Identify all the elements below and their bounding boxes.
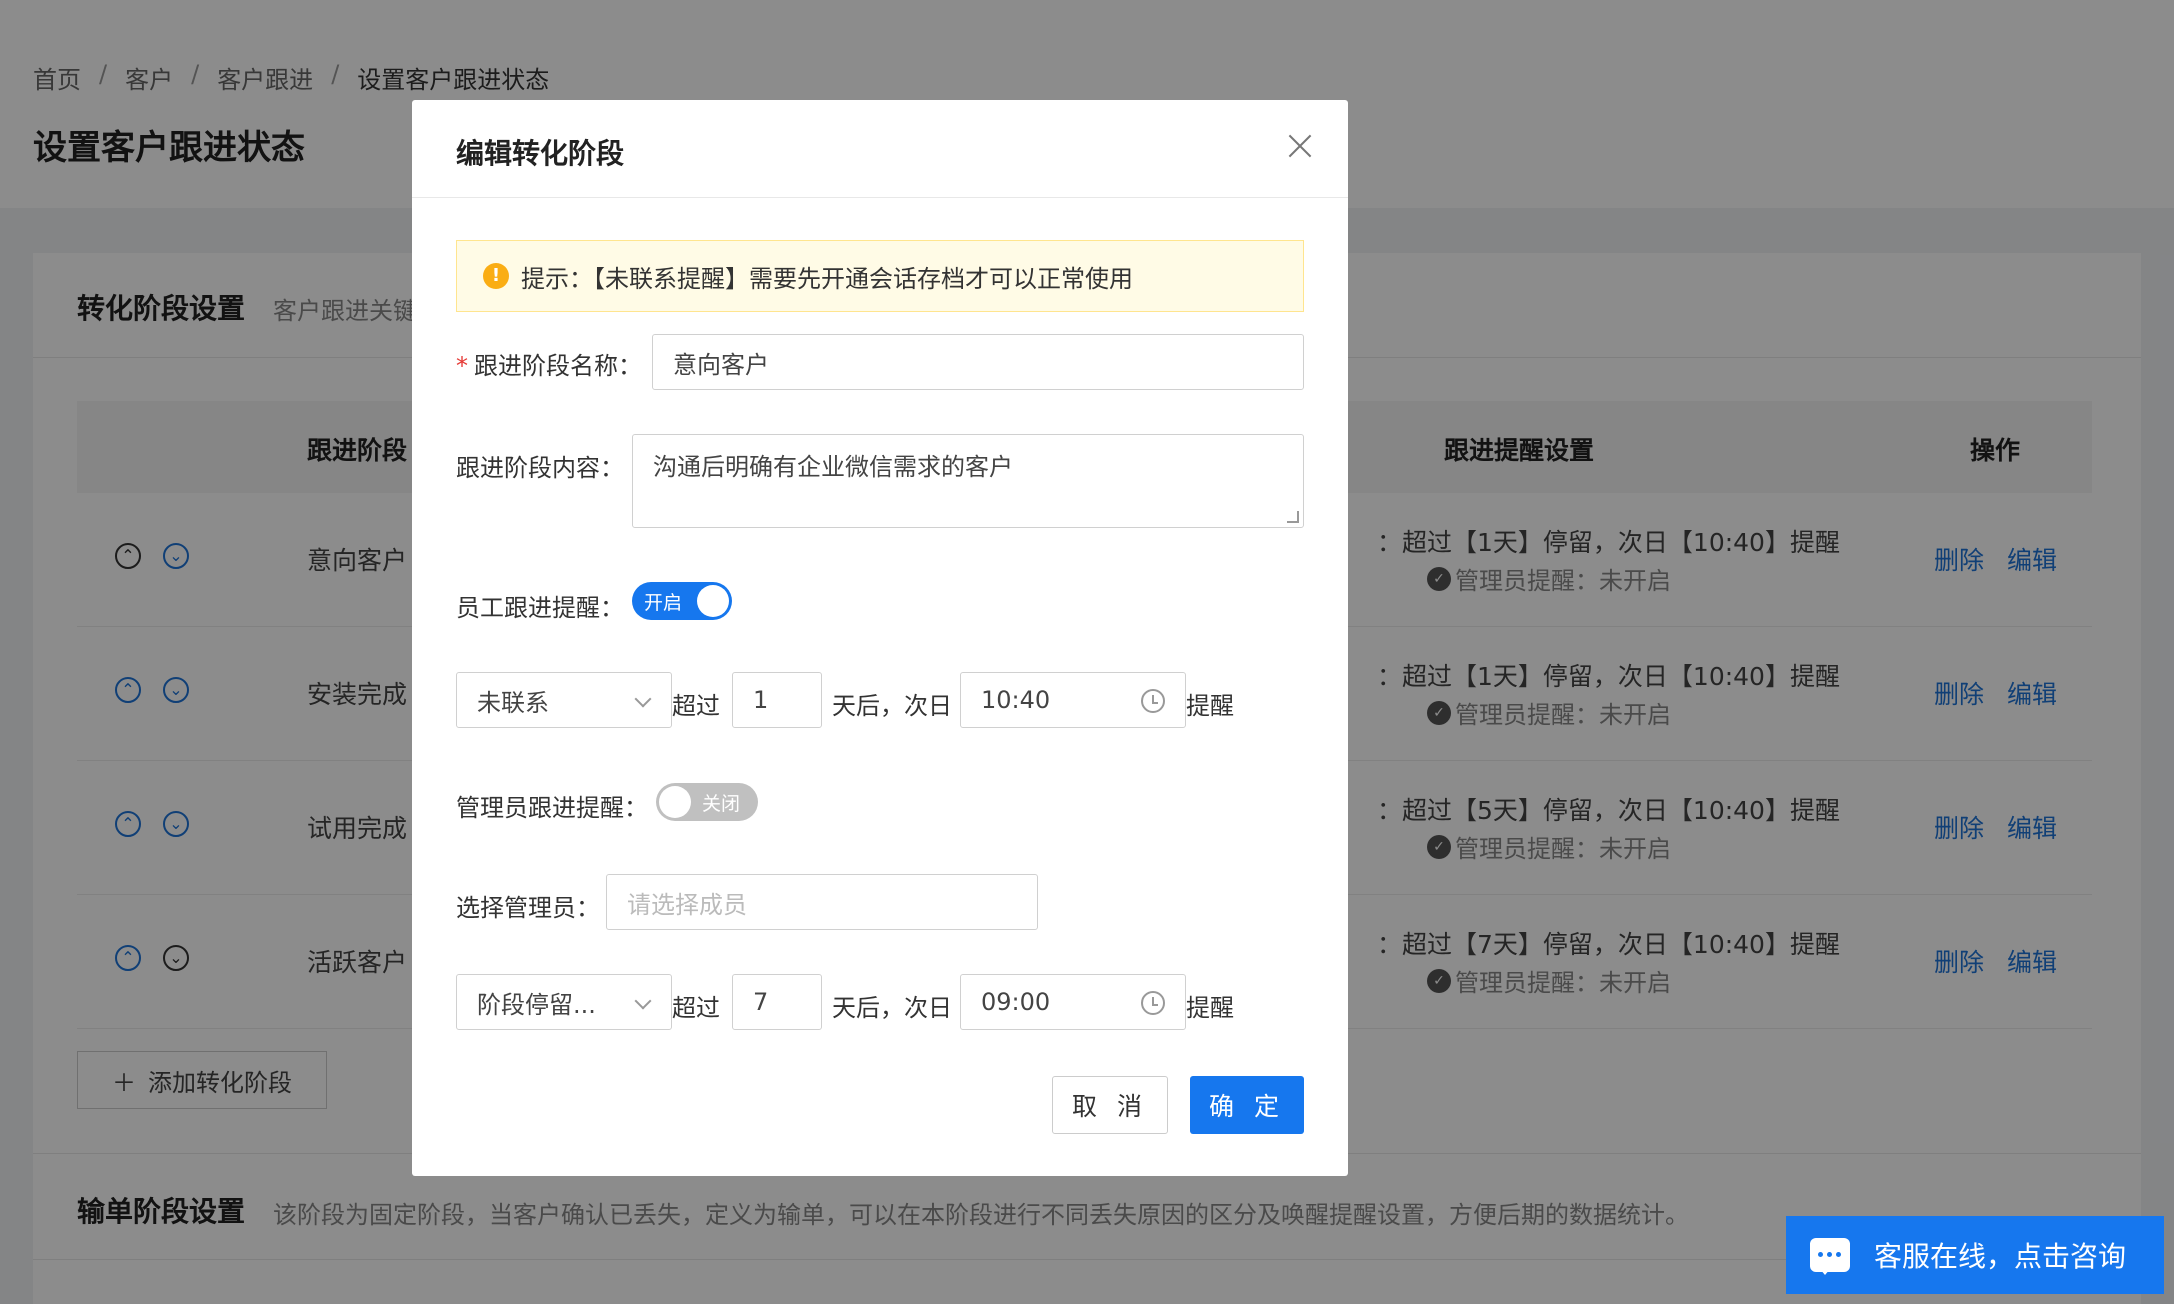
after-text: 天后，次日 (832, 994, 952, 1022)
choose-admin-input[interactable]: 请选择成员 (606, 874, 1038, 930)
stage-content-label: 跟进阶段内容： (456, 454, 624, 482)
confirm-button[interactable]: 确 定 (1190, 1076, 1304, 1134)
tip-alert: ! 提示：【未联系提醒】需要先开通会话存档才可以正常使用 (456, 240, 1304, 312)
stage-name-label: * 跟进阶段名称： (456, 346, 642, 381)
time-picker[interactable]: 09:00 (960, 974, 1186, 1030)
days-value: 7 (753, 988, 769, 1016)
chat-label: 客服在线，点击咨询 (1874, 1240, 2127, 1273)
chat-bubble-icon (1810, 1238, 1850, 1275)
resize-handle-icon[interactable] (1287, 511, 1299, 523)
days-input[interactable]: 7 (732, 974, 822, 1030)
days-value: 1 (753, 686, 769, 714)
time-value: 09:00 (981, 988, 1051, 1016)
required-mark: * (456, 352, 468, 380)
over-text: 超过 (672, 692, 720, 720)
staff-remind-label: 员工跟进提醒： (456, 594, 624, 622)
warning-icon: ! (483, 263, 509, 289)
stage-content-textarea[interactable]: 沟通后明确有企业微信需求的客户 (632, 434, 1304, 528)
edit-stage-modal: 编辑转化阶段 ! 提示：【未联系提醒】需要先开通会话存档才可以正常使用 * 跟进阶… (412, 100, 1348, 1176)
stage-stay-select[interactable]: 阶段停留... (456, 974, 672, 1030)
clock-icon (1141, 689, 1165, 713)
stage-stay-value: 阶段停留... (477, 990, 596, 1019)
stage-name-label-text: 跟进阶段名称： (474, 352, 642, 380)
close-icon[interactable] (1288, 134, 1312, 158)
staff-remind-toggle[interactable]: 开启 (632, 582, 732, 620)
remind-text: 提醒 (1186, 692, 1234, 720)
after-text: 天后，次日 (832, 692, 952, 720)
modal-header: 编辑转化阶段 (412, 100, 1348, 198)
chevron-down-icon (634, 992, 652, 1010)
tip-text: 提示：【未联系提醒】需要先开通会话存档才可以正常使用 (521, 264, 1133, 293)
contact-status-select[interactable]: 未联系 (456, 672, 672, 728)
time-picker[interactable]: 10:40 (960, 672, 1186, 728)
contact-status-value: 未联系 (477, 688, 549, 717)
customer-service-chat-button[interactable]: 客服在线，点击咨询 (1786, 1216, 2164, 1294)
stage-name-input[interactable]: 意向客户 (652, 334, 1304, 390)
stage-content-value: 沟通后明确有企业微信需求的客户 (653, 453, 1013, 481)
time-value: 10:40 (981, 686, 1051, 714)
toggle-knob (659, 786, 691, 818)
stage-name-value: 意向客户 (673, 350, 769, 379)
toggle-on-label: 开启 (644, 591, 683, 614)
over-text: 超过 (672, 994, 720, 1022)
toggle-off-label: 关闭 (702, 792, 741, 815)
admin-remind-toggle[interactable]: 关闭 (656, 783, 758, 821)
cancel-button[interactable]: 取 消 (1052, 1076, 1168, 1134)
clock-icon (1141, 991, 1165, 1015)
choose-admin-label: 选择管理员： (456, 894, 600, 922)
chevron-down-icon (634, 690, 652, 708)
days-input[interactable]: 1 (732, 672, 822, 728)
remind-text: 提醒 (1186, 994, 1234, 1022)
toggle-knob (697, 585, 729, 617)
modal-title: 编辑转化阶段 (456, 137, 625, 170)
admin-remind-label: 管理员跟进提醒： (456, 794, 648, 822)
choose-admin-placeholder: 请选择成员 (627, 890, 747, 919)
